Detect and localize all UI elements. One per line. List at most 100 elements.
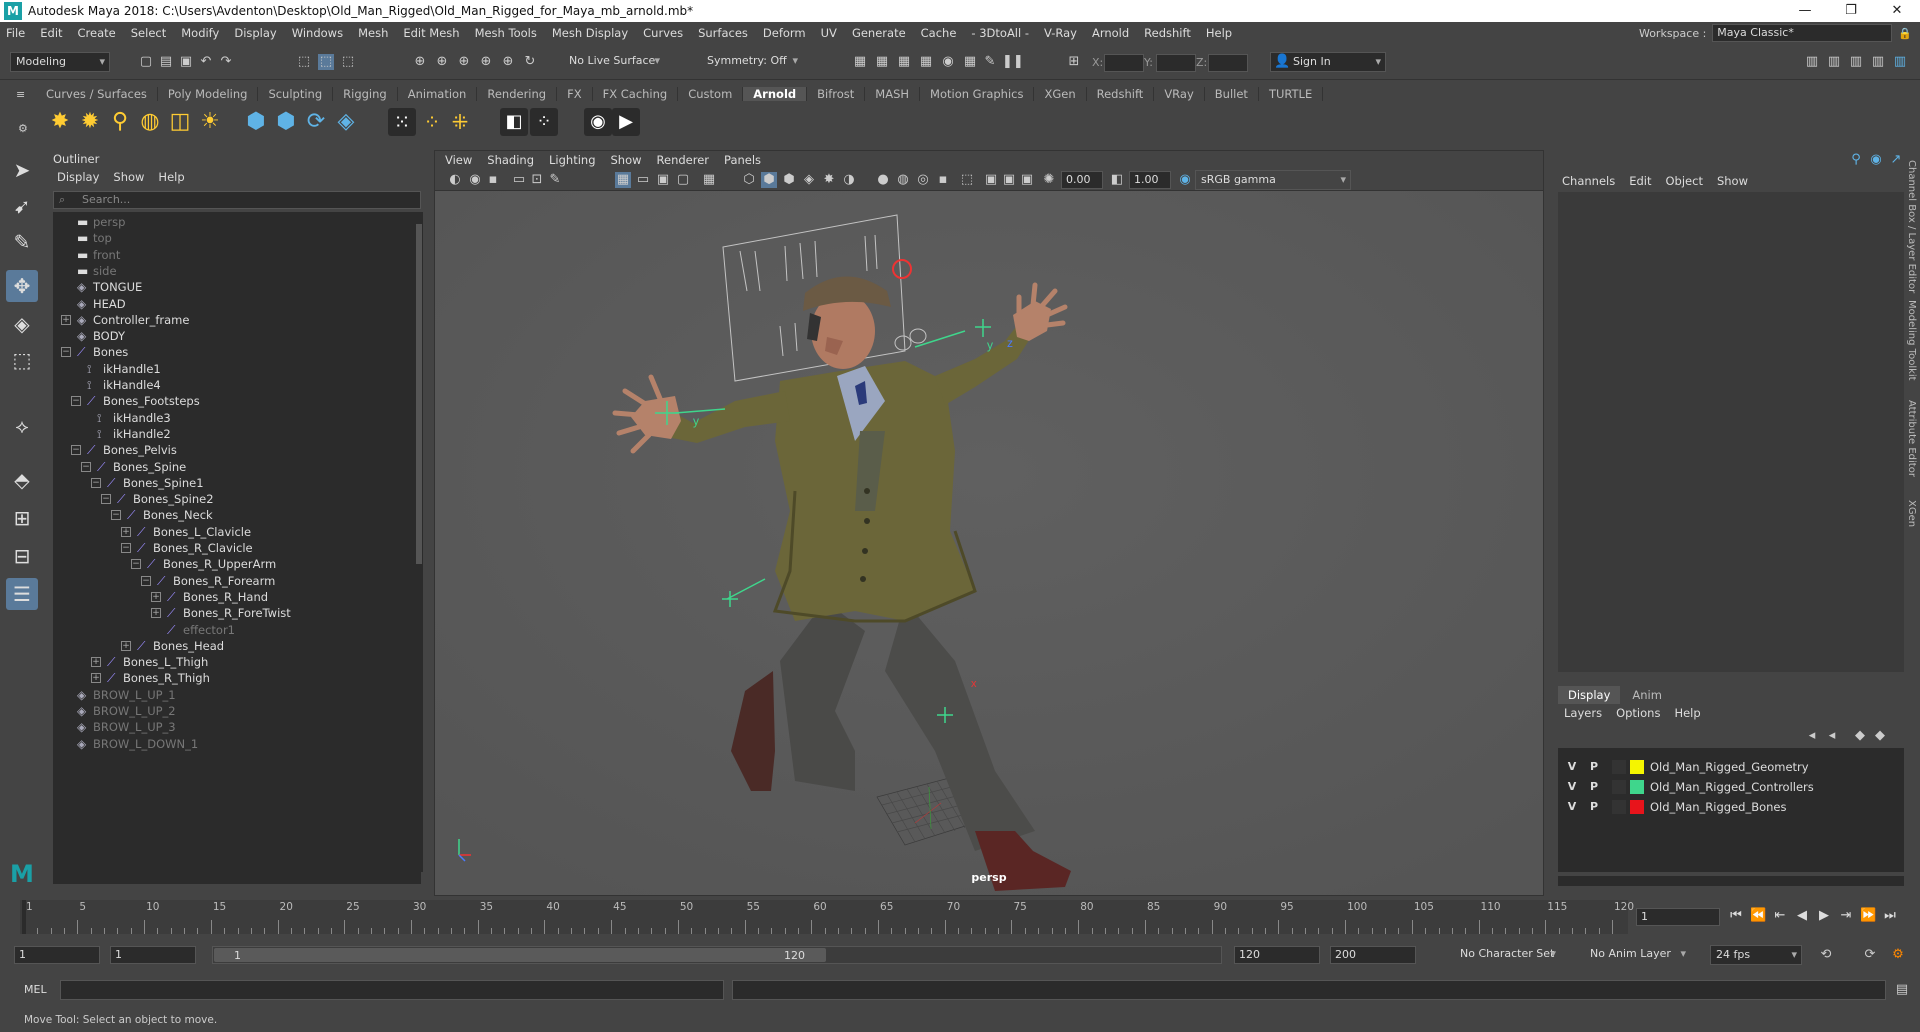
redo-icon[interactable]: ↷ — [218, 54, 234, 70]
shelf-tab-arnold[interactable]: Arnold — [743, 87, 808, 101]
transform-mode-icon[interactable]: ⊞ — [1066, 54, 1082, 70]
viewport-menu-renderer[interactable]: Renderer — [657, 153, 710, 167]
layer-display-type-toggle[interactable] — [1612, 800, 1626, 814]
snap-rotate-icon[interactable]: ↻ — [522, 54, 538, 70]
shelf-tab-bifrost[interactable]: Bifrost — [807, 87, 866, 101]
expand-toggle-icon[interactable]: + — [61, 314, 71, 325]
layer-visibility-toggle[interactable]: V — [1564, 778, 1580, 796]
x-field[interactable] — [1104, 54, 1144, 72]
grid-icon[interactable]: ▦ — [615, 172, 631, 188]
expand-toggle-icon[interactable]: − — [131, 559, 141, 570]
menu-windows[interactable]: Windows — [292, 26, 343, 40]
gate-mask-icon[interactable]: ▢ — [675, 172, 691, 188]
expand-toggle-icon[interactable]: + — [121, 640, 131, 651]
render-settings-icon[interactable]: ▦ — [918, 54, 934, 70]
shelf-tab-motion-graphics[interactable]: Motion Graphics — [920, 87, 1035, 101]
shelf-tab-sculpting[interactable]: Sculpting — [258, 87, 334, 101]
shelf-tab-redshift[interactable]: Redshift — [1087, 87, 1155, 101]
toggle-tool-settings-icon[interactable]: ▥ — [1870, 54, 1886, 70]
snap-view-icon[interactable]: ⊕ — [478, 54, 494, 70]
outliner-horizontal-scrollbar[interactable] — [53, 872, 421, 884]
render-play-icon[interactable]: ▶ — [612, 108, 640, 136]
toggle-outliner-icon[interactable]: ▥ — [1804, 54, 1820, 70]
outliner-menu-show[interactable]: Show — [113, 170, 144, 184]
viewport-menu-lighting[interactable]: Lighting — [549, 153, 595, 167]
menu-mesh[interactable]: Mesh — [358, 26, 388, 40]
toggle-modeling-toolkit-icon[interactable]: ▥ — [1826, 54, 1842, 70]
curve-collector-icon[interactable]: ⟳ — [302, 108, 330, 136]
viewport-menu-shading[interactable]: Shading — [487, 153, 534, 167]
xray-joints-icon[interactable]: ▣ — [1001, 172, 1017, 188]
select-hierarchy-icon[interactable]: ⬚ — [296, 54, 312, 70]
step-forward-key-icon[interactable]: ⇥ — [1838, 908, 1854, 924]
motion-blur-icon[interactable]: ◍ — [895, 172, 911, 188]
license-icon[interactable]: ⁘ — [530, 108, 558, 136]
expand-toggle-icon[interactable]: − — [61, 347, 71, 358]
close-icon[interactable]: ✕ — [1874, 0, 1920, 22]
render-view-eye-icon[interactable]: ◉ — [584, 108, 612, 136]
layer-row[interactable]: V P Old_Man_Rigged_Geometry — [1558, 758, 1904, 776]
play-forwards-icon[interactable]: ▶ — [1816, 908, 1832, 924]
image-plane-icon[interactable]: ▭ — [511, 172, 527, 188]
layer-display-type-toggle[interactable] — [1612, 760, 1626, 774]
flush-all-icon[interactable]: ⁜ — [446, 108, 474, 136]
step-forward-icon[interactable]: ⏩ — [1860, 908, 1876, 924]
channel-box-icon[interactable]: ⚲ — [1848, 152, 1864, 168]
expand-toggle-icon[interactable]: − — [71, 445, 81, 456]
expand-toggle-icon[interactable]: + — [151, 591, 161, 602]
render-setup-icon[interactable]: ▦ — [962, 54, 978, 70]
select-camera-icon[interactable]: ◐ — [447, 172, 463, 188]
isolate-select-icon[interactable]: ⬚ — [959, 172, 975, 188]
layer-menu-options[interactable]: Options — [1616, 706, 1660, 720]
layer-playback-toggle[interactable]: P — [1586, 798, 1602, 816]
side-tab[interactable]: Modeling Toolkit — [1906, 300, 1917, 381]
side-tab[interactable]: Attribute Editor — [1906, 400, 1917, 477]
menu-arnold[interactable]: Arnold — [1092, 26, 1129, 40]
play-backwards-icon[interactable]: ◀ — [1794, 908, 1810, 924]
shelf-tab-fx[interactable]: FX — [557, 87, 593, 101]
last-tool-icon[interactable]: ⟡ — [6, 410, 38, 442]
menu--3dtoall-[interactable]: - 3DtoAll - — [971, 26, 1029, 40]
move-tool-icon[interactable]: ✥ — [6, 270, 38, 302]
light-editor-icon[interactable]: ✎ — [982, 54, 998, 70]
viewport-menu-show[interactable]: Show — [611, 153, 642, 167]
shelf-settings-icon[interactable]: ⚙ — [18, 122, 28, 135]
grease-pencil-icon[interactable]: ✎ — [547, 172, 563, 188]
shelf-tab-mash[interactable]: MASH — [865, 87, 921, 101]
pause-icon[interactable]: ❚❚ — [1002, 54, 1024, 70]
step-back-icon[interactable]: ⏪ — [1750, 908, 1766, 924]
shelf-tab-xgen[interactable]: XGen — [1034, 87, 1087, 101]
bookmark-icon[interactable]: ▪ — [485, 172, 501, 188]
layer-display-type-toggle[interactable] — [1612, 780, 1626, 794]
anti-aliasing-icon[interactable]: ◎ — [915, 172, 931, 188]
persp-graph-layout-icon[interactable]: ⊟ — [6, 540, 38, 572]
2d-pan-icon[interactable]: ⊡ — [529, 172, 545, 188]
layer-row[interactable]: V P Old_Man_Rigged_Bones — [1558, 798, 1904, 816]
viewport-scene[interactable]: y y z x — [435, 191, 1543, 895]
use-all-lights-icon[interactable]: ✸ — [821, 172, 837, 188]
select-component-icon[interactable]: ⬚ — [340, 54, 356, 70]
channel-menu-object[interactable]: Object — [1666, 174, 1703, 188]
shadows-icon[interactable]: ◑ — [841, 172, 857, 188]
film-gate-icon[interactable]: ▭ — [635, 172, 651, 188]
current-frame-field[interactable]: 1 — [1636, 908, 1720, 926]
layer-visibility-toggle[interactable]: V — [1564, 798, 1580, 816]
character-set-dropdown[interactable]: No Character Set — [1440, 945, 1560, 965]
shelf-tab-animation[interactable]: Animation — [398, 87, 478, 101]
shelf-tab-fx-caching[interactable]: FX Caching — [593, 87, 679, 101]
physical-sky-icon[interactable]: ☀ — [196, 108, 224, 136]
layer-color-swatch[interactable] — [1630, 760, 1644, 774]
menu-edit[interactable]: Edit — [40, 26, 62, 40]
menu-surfaces[interactable]: Surfaces — [698, 26, 748, 40]
snap-surface-icon[interactable]: ⊕ — [500, 54, 516, 70]
render-frame-icon[interactable]: ▦ — [874, 54, 890, 70]
expand-toggle-icon[interactable]: − — [111, 510, 121, 521]
select-object-icon[interactable]: ⬚ — [318, 54, 334, 70]
rotate-tool-icon[interactable]: ◈ — [6, 308, 38, 340]
ipr-render-icon[interactable]: ▦ — [896, 54, 912, 70]
expand-toggle-icon[interactable]: − — [71, 396, 81, 407]
area-light-icon[interactable]: ✸ — [46, 108, 74, 136]
exposure-icon[interactable]: ✺ — [1041, 172, 1057, 188]
expand-toggle-icon[interactable]: + — [91, 673, 101, 684]
current-time-indicator[interactable] — [22, 900, 26, 934]
